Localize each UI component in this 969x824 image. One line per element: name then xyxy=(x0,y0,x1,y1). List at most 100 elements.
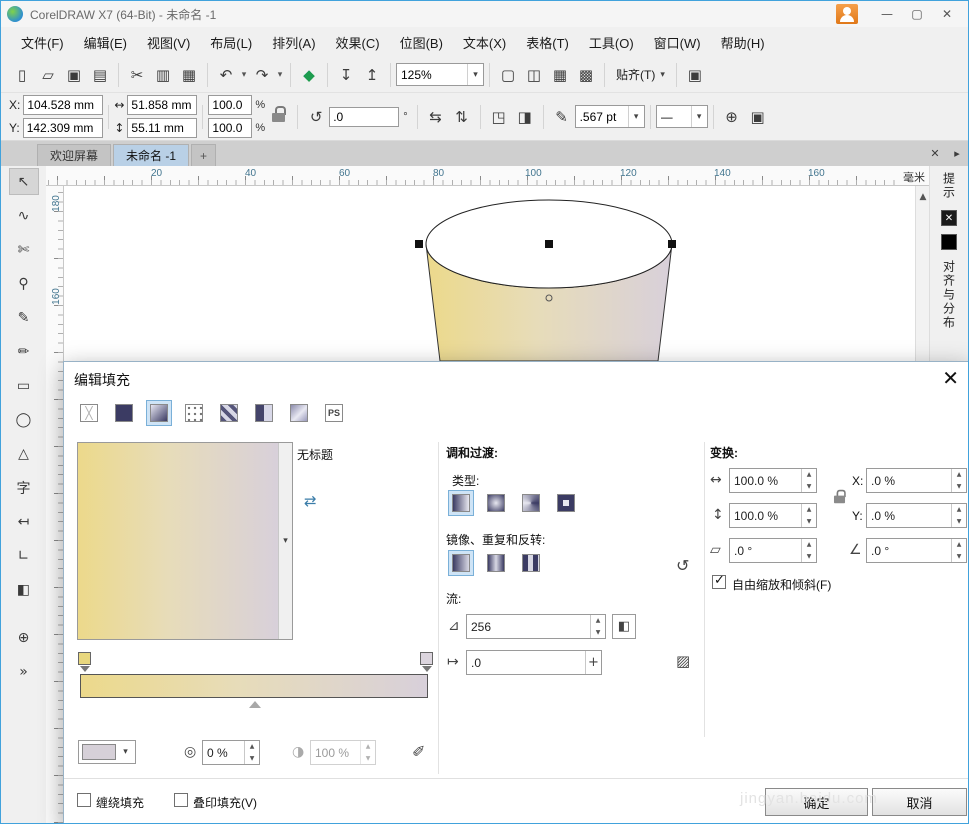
rotate-input[interactable] xyxy=(867,539,951,562)
rotation-angle-input[interactable] xyxy=(329,107,399,127)
pick-tool[interactable]: ↖ xyxy=(9,168,39,195)
stop-position-input[interactable] xyxy=(203,741,244,764)
flip-vertical-icon[interactable]: ⇅ xyxy=(449,104,475,130)
object-width-input[interactable] xyxy=(127,95,197,115)
fill-height-spinner[interactable]: ▲▼ xyxy=(729,503,817,528)
scroll-up-icon[interactable]: ▲ xyxy=(916,192,930,202)
docker-tab-hints[interactable]: 提示 xyxy=(941,166,958,206)
repeat-fill-button[interactable] xyxy=(518,550,544,576)
menu-help[interactable]: 帮助(H) xyxy=(711,28,775,57)
wrap-fill-checkbox[interactable] xyxy=(77,793,91,807)
cut-icon[interactable]: ✂ xyxy=(124,62,150,88)
spinner-arrows[interactable]: ▲▼ xyxy=(951,504,966,527)
zoom-tool[interactable]: ⚲ xyxy=(9,270,39,297)
skew-input[interactable] xyxy=(730,539,801,562)
elliptical-gradient-button[interactable] xyxy=(483,490,509,516)
overprint-fill-checkbox[interactable] xyxy=(174,793,188,807)
fullscreen-preview-icon[interactable]: ▢ xyxy=(495,62,521,88)
steps-lock-button[interactable]: ◧ xyxy=(612,614,636,639)
chevron-down-icon[interactable]: ▾ xyxy=(628,106,644,127)
selection-handle-left[interactable] xyxy=(415,240,423,248)
menu-file[interactable]: 文件(F) xyxy=(11,28,74,57)
close-button[interactable]: ✕ xyxy=(932,4,962,24)
plus-icon[interactable]: + xyxy=(585,651,601,674)
dimension-tool[interactable]: ↤ xyxy=(9,508,39,535)
tab-welcome-screen[interactable]: 欢迎屏幕 xyxy=(37,144,111,166)
chevron-down-icon[interactable]: ▾ xyxy=(467,64,483,85)
show-grid-icon[interactable]: ▦ xyxy=(547,62,573,88)
bitmap-pattern-fill-button[interactable] xyxy=(216,400,242,426)
save-icon[interactable]: ▣ xyxy=(61,62,87,88)
cancel-button[interactable]: 取消 xyxy=(872,788,967,816)
postscript-fill-button[interactable]: PS xyxy=(321,400,347,426)
save-fill-icon[interactable]: ⇄ xyxy=(304,492,317,510)
outline-width-combo[interactable]: ▾ xyxy=(575,105,645,128)
fill-x-spinner[interactable]: ▲▼ xyxy=(866,468,967,493)
new-document-icon[interactable]: ▯ xyxy=(9,62,35,88)
gradient-stop-end[interactable] xyxy=(420,652,433,665)
line-style-input[interactable] xyxy=(657,106,691,127)
tab-scroll-right-icon[interactable]: ▸ xyxy=(946,143,968,165)
rectangular-gradient-button[interactable] xyxy=(553,490,579,516)
shape-tool[interactable]: ∿ xyxy=(9,202,39,229)
import-icon[interactable]: ↧ xyxy=(333,62,359,88)
undo-icon[interactable]: ↶ xyxy=(213,62,239,88)
spinner-arrows[interactable]: ▲▼ xyxy=(951,539,966,562)
open-icon[interactable]: ▱ xyxy=(35,62,61,88)
spinner-arrows[interactable]: ▲▼ xyxy=(244,741,259,764)
new-document-tab-button[interactable]: + xyxy=(191,144,216,166)
fill-y-input[interactable] xyxy=(867,504,951,527)
uniform-fill-button[interactable] xyxy=(111,400,137,426)
no-fill-button[interactable]: ╳ xyxy=(76,400,102,426)
fill-y-spinner[interactable]: ▲▼ xyxy=(866,503,967,528)
export-icon[interactable]: ↥ xyxy=(359,62,385,88)
polygon-tool[interactable]: △ xyxy=(9,440,39,467)
scale-x-input[interactable] xyxy=(208,95,252,115)
toolbox-expand-button[interactable]: » xyxy=(9,658,39,685)
two-color-pattern-fill-button[interactable] xyxy=(251,400,277,426)
fill-x-input[interactable] xyxy=(867,469,951,492)
minimize-button[interactable]: — xyxy=(872,4,902,24)
acceleration-input[interactable] xyxy=(467,651,585,674)
close-document-icon[interactable]: ✕ xyxy=(924,143,946,165)
repeat-mirror-button[interactable] xyxy=(483,550,509,576)
rectangle-tool[interactable]: ▭ xyxy=(9,372,39,399)
gradient-midpoint-handle[interactable] xyxy=(249,701,261,708)
selected-object-cone[interactable] xyxy=(64,186,915,361)
horizontal-ruler[interactable]: 20 40 60 80 100 120 140 160 毫米 xyxy=(46,166,929,186)
fountain-fill-button[interactable] xyxy=(146,400,172,426)
undo-dropdown-icon[interactable]: ▾ xyxy=(239,62,249,88)
flip-horizontal-icon[interactable]: ⇆ xyxy=(423,104,449,130)
linear-gradient-button[interactable] xyxy=(448,490,474,516)
menu-view[interactable]: 视图(V) xyxy=(137,28,200,57)
user-account-icon[interactable] xyxy=(836,4,858,24)
lock-ratio-icon[interactable] xyxy=(271,110,286,124)
object-height-input[interactable] xyxy=(127,118,197,138)
transform-lock-icon[interactable] xyxy=(833,493,846,505)
spinner-arrows[interactable]: ▲▼ xyxy=(951,469,966,492)
more-options-icon[interactable]: ▣ xyxy=(745,104,771,130)
default-fill-button[interactable] xyxy=(448,550,474,576)
menu-text[interactable]: 文本(X) xyxy=(453,28,516,57)
redo-icon[interactable]: ↷ xyxy=(249,62,275,88)
black-color-well[interactable] xyxy=(941,234,957,250)
no-color-well[interactable]: ✕ xyxy=(941,210,957,226)
spinner-arrows[interactable]: ▲▼ xyxy=(801,539,816,562)
snap-options-icon[interactable]: ▩ xyxy=(573,62,599,88)
gradient-preview-bar[interactable] xyxy=(80,674,428,698)
fill-width-input[interactable] xyxy=(730,469,801,492)
stop-color-picker[interactable]: ▾ xyxy=(78,740,136,764)
paste-icon[interactable]: ▦ xyxy=(176,62,202,88)
zoom-level-input[interactable] xyxy=(397,64,467,85)
ok-button[interactable]: 确定 xyxy=(765,788,868,816)
options-dialog-icon[interactable]: ▣ xyxy=(682,62,708,88)
snap-to-button[interactable]: 贴齐(T) ▾ xyxy=(610,63,671,87)
chevron-down-icon[interactable]: ▾ xyxy=(691,106,707,127)
scale-y-input[interactable] xyxy=(208,118,252,138)
print-icon[interactable]: ▤ xyxy=(87,62,113,88)
zoom-level-combo[interactable]: ▾ xyxy=(396,63,484,86)
menu-effects[interactable]: 效果(C) xyxy=(326,28,390,57)
flow-steps-input[interactable] xyxy=(467,615,590,638)
spinner-arrows[interactable]: ▲▼ xyxy=(590,615,605,638)
tab-untitled-document[interactable]: 未命名 -1 xyxy=(113,144,189,166)
